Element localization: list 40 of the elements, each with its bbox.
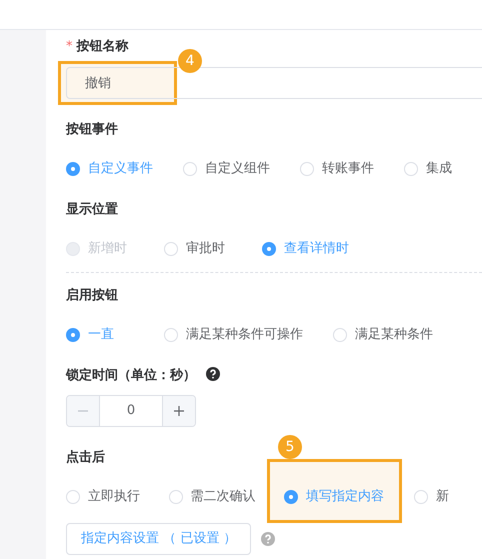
option-label: 需二次确认	[190, 488, 256, 506]
radio-button[interactable]	[262, 242, 276, 256]
field-label: 锁定时间（单位：秒）	[66, 368, 196, 383]
option-label: 审批时	[186, 240, 225, 258]
plus-icon	[173, 405, 185, 417]
radio-option[interactable]: 立即执行	[66, 487, 139, 507]
radio-option[interactable]: 转账事件	[300, 159, 374, 179]
option-label: 满足某种条件可操作	[186, 326, 303, 344]
option-label: 一直	[88, 326, 114, 344]
radio-option[interactable]: 满足某种条件可操作	[164, 325, 303, 345]
option-label: 自定义事件	[88, 160, 153, 178]
option-label: 转账事件	[322, 160, 374, 178]
radio-option[interactable]: 集成	[404, 159, 472, 179]
step-badge: 5	[278, 435, 302, 460]
option-label: 新增时	[88, 240, 127, 258]
option-label: 填写指定内容	[306, 488, 384, 506]
required-mark: *	[66, 39, 72, 54]
option-label: 集成	[426, 160, 452, 178]
option-label: 立即执行	[88, 488, 140, 506]
field-label: 启用按钮	[66, 288, 118, 303]
decrement-button[interactable]	[67, 396, 99, 426]
step-badge: 4	[178, 49, 202, 73]
radio-button[interactable]	[66, 328, 80, 342]
radio-option[interactable]: 审批时	[164, 239, 232, 259]
radio-option[interactable]: 需二次确认	[168, 487, 254, 507]
text-input[interactable]: 撤销	[66, 67, 482, 99]
field-label: 按钮名称	[76, 39, 128, 54]
radio-button[interactable]	[66, 162, 80, 176]
radio-option[interactable]: 满足某种条件	[333, 325, 433, 345]
number-stepper[interactable]: 0	[66, 395, 196, 427]
field-label: 显示位置	[66, 202, 118, 217]
option-label: 满足某种条件	[355, 326, 433, 344]
option-label: 自定义组件	[205, 160, 270, 178]
increment-button[interactable]	[163, 396, 195, 426]
field-label: 点击后	[66, 450, 105, 465]
radio-option[interactable]: 自定义组件	[183, 159, 270, 179]
option-label: 新	[436, 488, 449, 506]
option-label: 查看详情时	[284, 240, 349, 258]
field-label: 按钮事件	[66, 122, 118, 137]
radio-option[interactable]: 新	[414, 487, 482, 507]
